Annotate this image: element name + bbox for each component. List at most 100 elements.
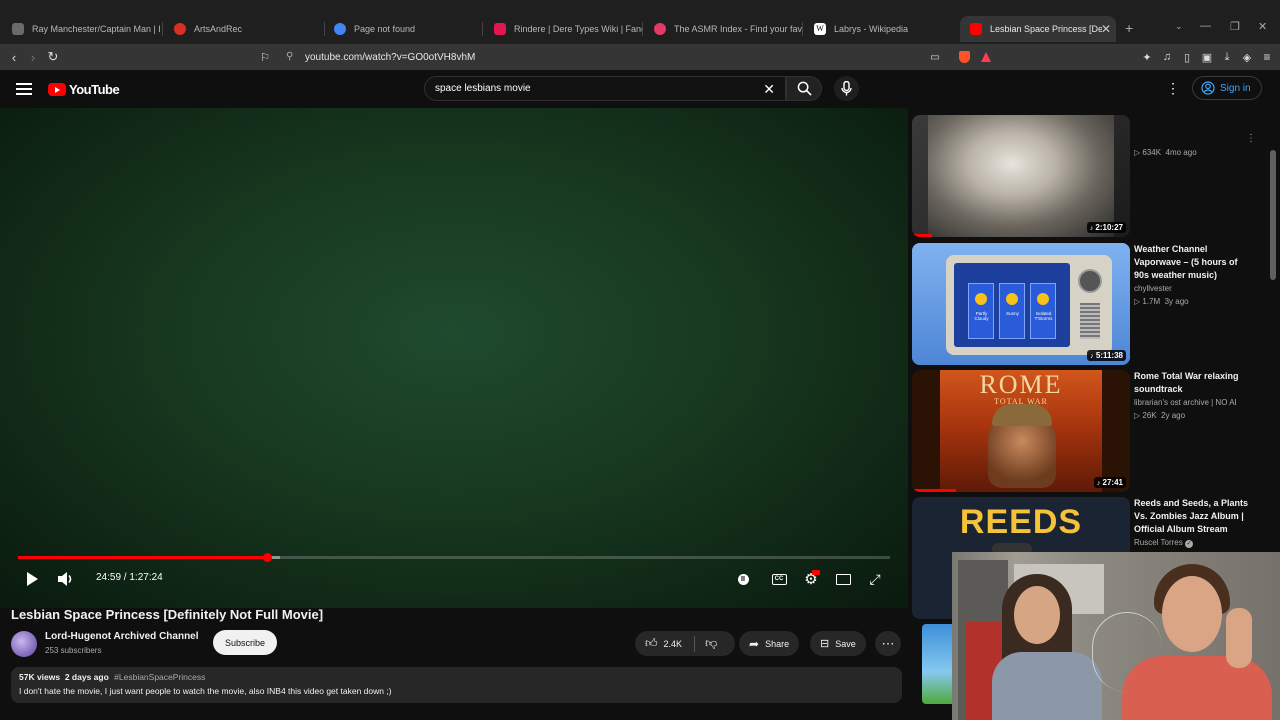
video-thumbnail[interactable]: ♪ 2:10:27: [912, 115, 1130, 237]
duration-label: 27:41: [1102, 478, 1123, 487]
heart-favicon-icon: [654, 23, 666, 35]
rewards-icon[interactable]: [977, 48, 995, 66]
video-thumbnail[interactable]: Partly Cloudy Sunny Isolated T'Storms ♪ …: [912, 243, 1130, 365]
brave-shield-icon[interactable]: [955, 48, 973, 66]
hashtag-link[interactable]: #LesbianSpacePrincess: [114, 672, 205, 682]
more-actions-button[interactable]: ⋯: [875, 631, 901, 656]
new-tab-icon[interactable]: +: [1125, 20, 1133, 36]
media-icon[interactable]: ♫: [1158, 48, 1176, 66]
progress-bar[interactable]: [18, 553, 890, 562]
recommendation-info: Weather Channel Vaporwave – (5 hours of …: [1134, 243, 1254, 306]
back-icon[interactable]: ‹: [5, 48, 23, 66]
channel-name[interactable]: Lord-Hugenot Archived Channel: [45, 631, 199, 642]
share-button[interactable]: ➦ Share: [739, 631, 800, 656]
captions-button[interactable]: CC: [768, 568, 790, 590]
address-bar[interactable]: ⚲ youtube.com/watch?v=GO0otVH8vhM: [280, 45, 1000, 69]
played-bar: [18, 556, 268, 559]
recommendation-item[interactable]: ♪ 2:10:27 ▷ 634K 4mo ago ⋮: [912, 115, 1262, 239]
fullscreen-icon: ⤢: [869, 570, 881, 587]
browser-tab[interactable]: The ASMR Index - Find your favorit: [644, 16, 802, 42]
browser-tab[interactable]: Rindere | Dere Types Wiki | Fandom: [484, 16, 642, 42]
voice-search-button[interactable]: [834, 76, 859, 101]
like-count: 2.4K: [663, 638, 683, 649]
download-icon[interactable]: ⤓: [1218, 48, 1236, 66]
like-button[interactable]: 👍︎ 2.4K: [645, 636, 682, 651]
settings-button[interactable]: ⚙: [800, 568, 822, 590]
more-options-icon[interactable]: ⋮: [1246, 133, 1256, 144]
thumbs-down-icon: 👎︎: [705, 636, 718, 650]
reload-icon[interactable]: ↻: [44, 48, 62, 66]
mute-button[interactable]: [55, 568, 77, 590]
browser-tab[interactable]: Page not found: [324, 16, 482, 42]
theater-mode-button[interactable]: [832, 568, 854, 590]
watch-progress-bar: [912, 489, 956, 492]
duration-badge: ♪ 27:41: [1093, 477, 1126, 488]
sign-in-button[interactable]: Sign in: [1192, 76, 1262, 100]
play-icon: [27, 572, 38, 586]
description-meta: 57K views 2 days ago #LesbianSpacePrince…: [19, 672, 894, 682]
partial-thumbnail[interactable]: [922, 624, 952, 704]
tab-title: Lesbian Space Princess [Definit: [990, 24, 1102, 34]
menu-icon[interactable]: ≡: [1258, 48, 1276, 66]
hamburger-menu-icon[interactable]: [16, 81, 32, 95]
bookmark-icon[interactable]: ⚐: [256, 48, 274, 66]
video-stats: ▷ 1.7M 3y ago: [1134, 297, 1189, 306]
browser-tab[interactable]: ArtsAndRec: [164, 16, 322, 42]
tab-favicon-icon: [12, 23, 24, 35]
channel-label: Ruscel Torres: [1134, 538, 1183, 547]
subscriber-count: 253 subscribers: [45, 646, 102, 655]
channel-avatar[interactable]: [11, 631, 37, 657]
stats-label: 26K 2y ago: [1142, 411, 1186, 420]
time-display: 24:59 / 1:27:24: [96, 572, 163, 583]
views-and-date: 57K views 2 days ago: [19, 672, 109, 682]
wallet-icon[interactable]: ▣: [1198, 48, 1216, 66]
maximize-icon[interactable]: ❐: [1230, 20, 1240, 33]
search-input[interactable]: space lesbians movie ✕: [424, 76, 786, 101]
description-box[interactable]: 57K views 2 days ago #LesbianSpacePrince…: [11, 667, 902, 703]
fullscreen-button[interactable]: ⤢: [864, 568, 886, 590]
minimize-icon[interactable]: —: [1200, 20, 1211, 32]
browser-tab[interactable]: W Labrys - Wikipedia: [804, 16, 954, 42]
recommendation-channel[interactable]: chyllvester: [1134, 284, 1254, 293]
sidebar-icon[interactable]: ▯: [1178, 48, 1196, 66]
vpn-icon[interactable]: ◈: [1238, 48, 1256, 66]
person-face: [1014, 586, 1060, 644]
close-tab-icon[interactable]: ✕: [1101, 22, 1111, 36]
video-thumbnail[interactable]: ROME TOTAL WAR ♪ 27:41: [912, 370, 1130, 492]
page-scrollbar[interactable]: [1270, 150, 1276, 280]
play-button[interactable]: [21, 568, 43, 590]
autoplay-toggle[interactable]: II: [732, 568, 754, 590]
tab-title: The ASMR Index - Find your favorit: [674, 24, 802, 34]
tab-search-icon[interactable]: ⌄: [1175, 21, 1183, 32]
window-close-icon[interactable]: ✕: [1258, 20, 1267, 33]
clear-search-icon[interactable]: ✕: [763, 81, 775, 98]
browser-tab[interactable]: Ray Manchester/Captain Man | Hen: [2, 16, 160, 42]
browser-tab-active[interactable]: Lesbian Space Princess [Definit: [960, 16, 1116, 42]
description-text: I don't hate the movie, I just want peop…: [19, 686, 392, 696]
verified-icon: ✓: [1185, 540, 1193, 548]
youtube-logo[interactable]: YouTube: [48, 82, 120, 97]
account-icon: [1201, 81, 1215, 95]
pause-autoplay-icon: II: [737, 573, 749, 585]
recommendation-channel[interactable]: librarian's ost archive | NO AI: [1134, 398, 1254, 407]
subscribe-button[interactable]: Subscribe: [213, 630, 277, 655]
microphone-icon: [841, 81, 852, 96]
settings-more-icon[interactable]: ⋮: [1166, 80, 1180, 97]
site-info-icon[interactable]: ⚲: [286, 51, 293, 62]
video-player[interactable]: 24:59 / 1:27:24 II CC ⚙ ⤢: [0, 108, 908, 608]
duration-label: 2:10:27: [1095, 223, 1123, 232]
extensions-icon[interactable]: ✦: [1138, 48, 1156, 66]
recommendation-item[interactable]: ROME TOTAL WAR ♪ 27:41 Rome Total War re…: [912, 370, 1262, 492]
captions-icon: CC: [771, 573, 787, 585]
forward-icon[interactable]: ›: [24, 48, 42, 66]
scrubber-handle[interactable]: [263, 553, 273, 562]
dislike-button[interactable]: 👎︎: [705, 636, 717, 651]
save-button[interactable]: ⊟ Save: [810, 631, 866, 656]
tv-set-image: Partly Cloudy Sunny Isolated T'Storms: [946, 255, 1112, 355]
recommendation-channel[interactable]: Ruscel Torres ✓: [1134, 538, 1254, 548]
search-button[interactable]: [786, 76, 822, 101]
search-icon: [797, 81, 812, 96]
install-app-icon[interactable]: ▭: [926, 48, 944, 66]
recommendation-item[interactable]: Partly Cloudy Sunny Isolated T'Storms ♪ …: [912, 243, 1262, 365]
video-title: Lesbian Space Princess [Definitely Not F…: [11, 607, 324, 622]
